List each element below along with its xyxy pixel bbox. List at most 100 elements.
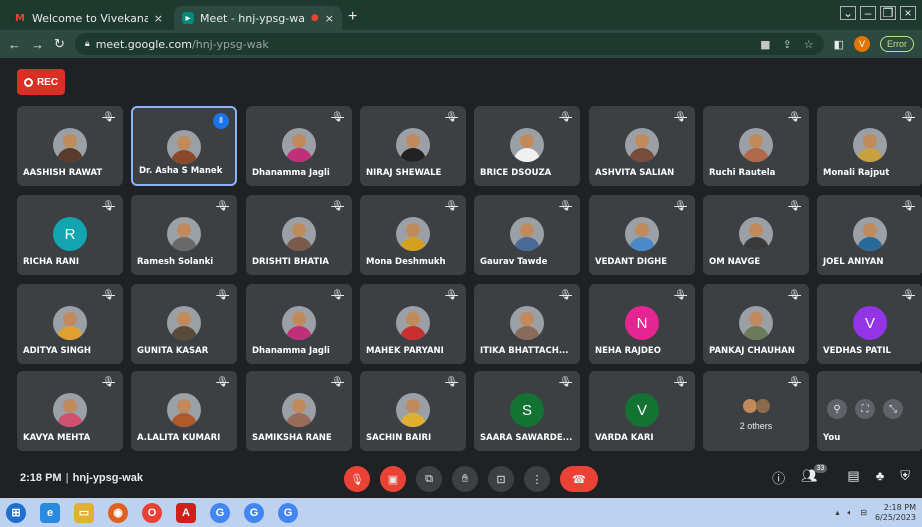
minimize-button[interactable]: – [860,6,876,20]
back-icon[interactable]: ← [8,37,21,52]
participant-name: NEHA RAJDEO [595,346,661,356]
participant-tile[interactable]: ⚲ ⛶ ⤡ You [817,371,922,451]
participant-tile[interactable]: 🎙︎ Dhanamma Jagli [246,106,352,186]
participant-tile[interactable]: 🎙︎ Mona Deshmukh [360,195,466,275]
mic-muted-icon: 🎙︎ [674,112,687,123]
participant-tile[interactable]: 🎙︎ OM NAVGE [703,195,809,275]
avatar-photo [625,128,659,162]
participant-tile[interactable]: 🎙︎ SACHIN BAIRI [360,371,466,451]
file-explorer-icon[interactable]: ▭ [74,502,94,523]
participant-tile[interactable]: 🎙︎ Ruchi Rautela [703,106,809,186]
participant-name: SAMIKSHA RANE [252,433,332,443]
tab-gmail[interactable]: M Welcome to Vivekanand Educati... × [6,6,171,30]
mic-muted-icon: 🎙︎ [102,290,115,301]
participant-tile[interactable]: 🎙︎ ADITYA SINGH [17,284,123,364]
chrome-icon[interactable]: G [210,502,230,523]
participant-tile[interactable]: 🎙︎ PANKAJ CHAUHAN [703,284,809,364]
forward-icon[interactable]: → [31,37,44,52]
participant-name: BRICE DSOUZA [480,168,552,178]
firefox-icon[interactable]: ◉ [108,502,128,523]
close-icon[interactable]: × [154,12,163,25]
participant-tile[interactable]: ⦀ Dr. Asha S Manek [131,106,237,186]
restore-button[interactable]: ❐ [880,6,896,20]
participant-tile[interactable]: 🎙︎ ASHVITA SALIAN [589,106,695,186]
participant-tile[interactable]: 🎙︎ AASHISH RAWAT [17,106,123,186]
participant-tile[interactable]: 🎙︎ VEDANT DIGHE [589,195,695,275]
participant-name: You [823,433,841,443]
camera-indicator-icon[interactable]: ■ [760,38,770,51]
participant-tile[interactable]: 🎙︎ S SAARA SAWARDE... [474,371,580,451]
present-button[interactable]: ⊡ [488,466,514,492]
participant-tile[interactable]: 🎙︎ JOEL ANIYAN [817,195,922,275]
pin-icon[interactable]: ⚲ [827,399,847,419]
participant-name: Gaurav Tawde [480,257,548,267]
people-button[interactable]: 👥︎33 [801,464,831,487]
chrome-icon[interactable]: G [278,502,298,523]
participant-tile[interactable]: 🎙︎ Dhanamma Jagli [246,284,352,364]
pdf-reader-icon[interactable]: A [176,502,196,523]
participant-tile[interactable]: 🎙︎ Monali Rajput [817,106,922,186]
close-icon[interactable]: × [325,12,334,25]
mic-off-button[interactable]: 🎙︎ [344,466,370,492]
reload-icon[interactable]: ↻ [54,36,65,52]
participant-tile[interactable]: 🎙︎ MAHEK PARYANI [360,284,466,364]
participant-name: PANKAJ CHAUHAN [709,346,795,356]
share-icon[interactable]: ⇪ [783,38,792,51]
participant-tile[interactable]: 🎙︎ R RICHA RANI [17,195,123,275]
network-icon[interactable]: ⊟ [860,508,867,517]
recording-badge: REC [17,69,65,95]
start-button[interactable]: ⊞ [6,502,26,523]
chat-button[interactable]: ▤ [847,468,859,487]
tab-meet[interactable]: ▸ Meet - hnj-ypsg-wak ● × [174,6,342,30]
avatar-photo [167,306,201,340]
activities-button[interactable]: ♣ [876,468,885,487]
sidebar-icon[interactable]: ◧ [834,38,844,51]
participant-tile[interactable]: 🎙︎ GUNITA KASAR [131,284,237,364]
leave-call-button[interactable]: ☎︎ [560,466,598,492]
participant-tile[interactable]: 🎙︎ Gaurav Tawde [474,195,580,275]
camera-off-button[interactable]: ▣ [380,466,406,492]
chevron-down-icon[interactable]: ⌄ [840,6,856,20]
tab-label: Meet - hnj-ypsg-wak [200,11,305,25]
system-tray: ▴ 🔈︎ ⊟ 2:18 PM 6/25/2023 [835,503,916,523]
mic-muted-icon: 🎙︎ [674,201,687,212]
participant-tile[interactable]: 🎙︎ V VEDHAS PATIL [817,284,922,364]
participant-tile[interactable]: 🎙︎ BRICE DSOUZA [474,106,580,186]
mic-muted-icon: 🎙︎ [902,112,915,123]
clock[interactable]: 2:18 PM 6/25/2023 [875,503,916,523]
info-button[interactable]: ⓘ [772,468,785,487]
captions-button[interactable]: ⧉ [416,466,442,492]
star-icon[interactable]: ☆ [804,38,814,51]
participant-tile[interactable]: 🎙︎ DRISHTI BHATIA [246,195,352,275]
avatar-photo [396,217,430,251]
ie-icon[interactable]: e [40,502,60,523]
participant-tile[interactable]: 🎙︎ SAMIKSHA RANE [246,371,352,451]
profile-avatar[interactable]: V [854,36,870,52]
effects-icon[interactable]: ⛶ [855,399,875,419]
participant-tile[interactable]: 🎙︎ KAVYA MEHTA [17,371,123,451]
chrome-icon[interactable]: G [244,502,264,523]
participant-tile[interactable]: 🎙︎ 2 others [703,371,809,451]
avatar-photo [282,128,316,162]
new-tab-button[interactable]: + [348,8,357,26]
participant-tile[interactable]: 🎙︎ Ramesh Solanki [131,195,237,275]
minimize-tile-icon[interactable]: ⤡ [883,399,903,419]
more-options-button[interactable]: ⋮ [524,466,550,492]
error-button[interactable]: Error [880,36,914,52]
participant-tile[interactable]: 🎙︎ V VARDA KARI [589,371,695,451]
close-window-button[interactable]: × [900,6,916,20]
volume-icon[interactable]: 🔈︎ [847,508,852,518]
participant-tile[interactable]: 🎙︎ NIRAJ SHEWALE [360,106,466,186]
tray-arrow-icon[interactable]: ▴ [835,508,839,517]
participant-name: Dhanamma Jagli [252,168,330,178]
raise-hand-button[interactable]: ✋︎ [452,466,478,492]
participant-tile[interactable]: 🎙︎ ITIKA BHATTACH... [474,284,580,364]
host-controls-button[interactable]: ⛨ [900,468,910,487]
url-field[interactable]: 🔒︎ meet.google.com/hnj-ypsg-wak ■ ⇪ ☆ [74,33,824,55]
participant-name: ADITYA SINGH [23,346,91,356]
mic-muted-icon: 🎙︎ [788,112,801,123]
participant-tile[interactable]: 🎙︎ A.LALITA KUMARI [131,371,237,451]
participant-name: MAHEK PARYANI [366,346,444,356]
opera-icon[interactable]: O [142,502,162,523]
participant-tile[interactable]: 🎙︎ N NEHA RAJDEO [589,284,695,364]
